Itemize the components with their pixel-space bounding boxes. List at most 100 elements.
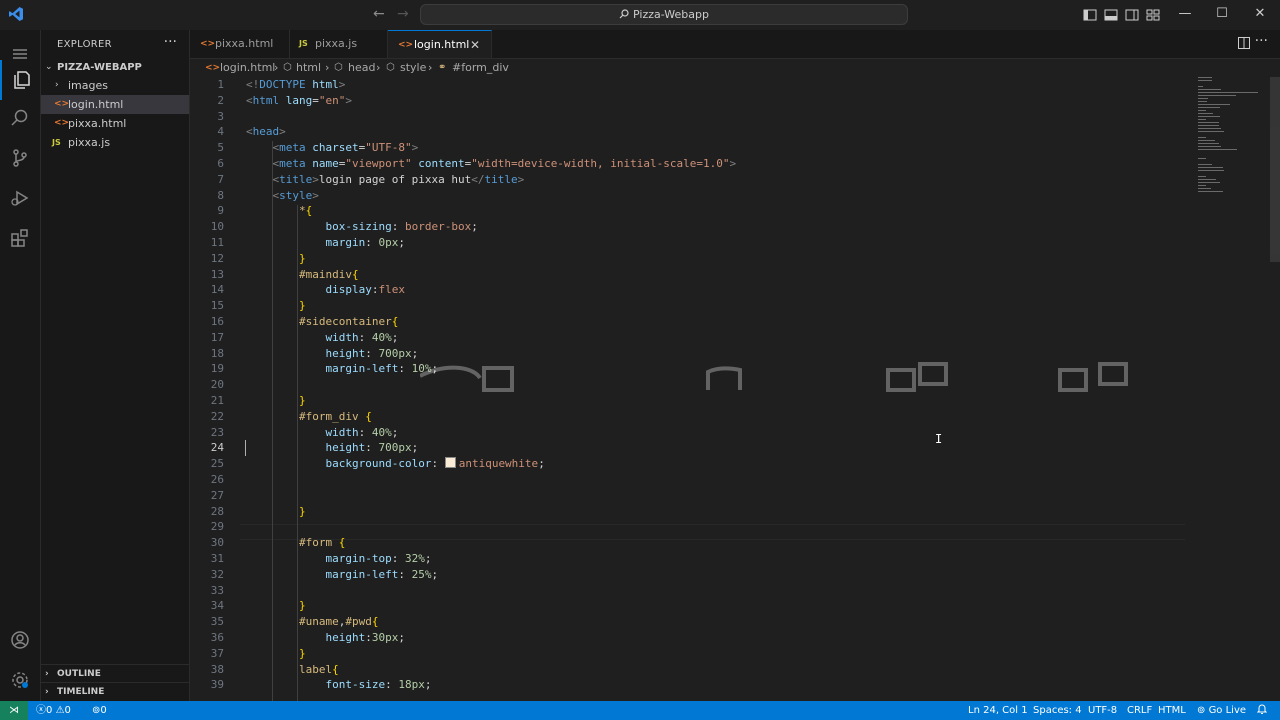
code-editor[interactable]: 1 <!DOCTYPE html> 2 <html lang="en"> 3 4 <head… <box>190 77 1280 701</box>
error-count: 0 <box>46 705 53 716</box>
code-line[interactable]: 34 } <box>190 598 1190 614</box>
customize-layout-icon[interactable] <box>1146 8 1160 22</box>
minimap[interactable] <box>1198 77 1268 207</box>
code-line[interactable]: 39 font-size: 18px; <box>190 677 1190 693</box>
code-token: <! <box>246 78 260 91</box>
line-number: 29 <box>210 520 224 534</box>
code-token: flex <box>378 283 405 297</box>
timeline-section[interactable]: › TIMELINE <box>41 682 189 701</box>
back-arrow-icon[interactable]: ← <box>373 6 385 22</box>
toggle-secondary-sidebar-icon[interactable] <box>1125 8 1139 22</box>
tab-pixxa-js[interactable]: JS pixxa.js <box>290 30 388 58</box>
code-line[interactable]: 17 width: 40%; <box>190 330 1190 346</box>
notifications-bell-icon[interactable] <box>1256 701 1268 720</box>
code-token: : <box>398 362 412 376</box>
ports-indicator[interactable]: ⊚0 <box>92 701 107 720</box>
project-folder[interactable]: ⌄ PIZZA-WEBAPP <box>41 58 189 77</box>
problems-indicator[interactable]: ⓧ0 ⚠0 <box>36 701 71 720</box>
accounts-icon[interactable] <box>0 620 40 660</box>
indentation[interactable]: Spaces: 4 <box>1033 701 1082 720</box>
run-debug-icon[interactable] <box>0 178 40 218</box>
tree-item-login-html[interactable]: <> login.html <box>41 95 189 114</box>
minimize-button[interactable]: — <box>1175 6 1195 21</box>
line-number: 17 <box>210 330 224 344</box>
code-line[interactable]: 32 margin-left: 25%; <box>190 567 1190 583</box>
code-line[interactable]: 10 box-sizing: border-box; <box>190 219 1190 235</box>
forward-arrow-icon[interactable]: → <box>397 6 409 22</box>
code-line[interactable]: 5 <meta charset="UTF-8"> <box>190 140 1190 156</box>
tab-login-html[interactable]: <> login.html ✕ <box>388 30 492 58</box>
breadcrumb-item-html[interactable]: html <box>296 59 321 77</box>
breadcrumb-item-selector[interactable]: #form_div <box>452 59 509 77</box>
close-window-button[interactable]: ✕ <box>1250 6 1270 21</box>
code-line[interactable]: 31 margin-top: 32%; <box>190 551 1190 567</box>
toggle-panel-icon[interactable] <box>1104 8 1118 22</box>
code-line[interactable]: 14 display:flex <box>190 282 1190 298</box>
close-tab-icon[interactable]: ✕ <box>470 31 480 59</box>
code-line[interactable]: 8 <style> <box>190 188 1190 204</box>
code-line[interactable]: 13 #maindiv{ <box>190 267 1190 283</box>
code-line[interactable]: 27 <box>190 488 1190 504</box>
code-token: > <box>411 141 419 155</box>
code-line[interactable]: 4 <head> <box>190 124 1190 140</box>
code-token: margin <box>325 236 366 249</box>
code-line[interactable]: 37 } <box>190 646 1190 662</box>
vertical-scrollbar[interactable] <box>1270 77 1280 701</box>
extensions-icon[interactable] <box>0 218 40 258</box>
code-line[interactable]: 23 width: 40%; <box>190 425 1190 441</box>
code-line[interactable]: 3 <box>190 109 1190 125</box>
source-control-icon[interactable] <box>0 138 40 178</box>
tree-item-pixxa-js[interactable]: JS pixxa.js <box>41 133 189 152</box>
cursor-position[interactable]: Ln 24, Col 1 <box>968 701 1028 720</box>
code-text: label{ <box>246 662 339 678</box>
editor-more-actions-icon[interactable]: ··· <box>1255 33 1268 49</box>
minimap-line <box>1198 182 1220 183</box>
tree-item-images[interactable]: › images <box>41 76 189 95</box>
tab-pixxa-html[interactable]: <> pixxa.html <box>190 30 290 58</box>
outline-section[interactable]: › OUTLINE <box>41 664 189 683</box>
code-line[interactable]: 25 background-color: antiquewhite; <box>190 456 1190 472</box>
code-line[interactable]: 22 #form_div { <box>190 409 1190 425</box>
code-line[interactable]: 12 } <box>190 251 1190 267</box>
code-line[interactable]: 26 <box>190 472 1190 488</box>
code-token: ; <box>431 567 439 581</box>
color-swatch[interactable] <box>444 457 456 469</box>
code-line[interactable]: 33 <box>190 583 1190 599</box>
code-line[interactable]: 1 <!DOCTYPE html> <box>190 77 1190 93</box>
breadcrumb-item-head[interactable]: head <box>348 59 375 77</box>
code-line[interactable]: 21 } <box>190 393 1190 409</box>
command-center-search[interactable]: Pizza-Webapp <box>420 4 908 25</box>
manage-gear-icon[interactable] <box>0 660 40 700</box>
code-line[interactable]: 29 <box>190 519 1190 535</box>
remote-indicator-icon[interactable]: ⋊ <box>0 701 28 720</box>
language-mode[interactable]: HTML <box>1158 701 1186 720</box>
code-line[interactable]: 24 height: 700px; <box>190 440 1190 457</box>
more-actions-icon[interactable]: ··· <box>164 34 177 50</box>
code-line[interactable]: 15 } <box>190 298 1190 314</box>
line-ending[interactable]: CRLF <box>1127 701 1152 720</box>
code-line[interactable]: 2 <html lang="en"> <box>190 93 1190 109</box>
code-line[interactable]: 35 #uname,#pwd{ <box>190 614 1190 630</box>
scrollbar-thumb[interactable] <box>1270 77 1280 262</box>
encoding[interactable]: UTF-8 <box>1088 701 1117 720</box>
explorer-icon[interactable] <box>0 60 40 100</box>
code-line[interactable]: 9 *{ <box>190 203 1190 219</box>
code-line[interactable]: 36 height:30px; <box>190 630 1190 646</box>
split-editor-icon[interactable] <box>1238 37 1250 52</box>
line-number: 26 <box>210 473 224 486</box>
code-line[interactable]: 6 <meta name="viewport" content="width=d… <box>190 156 1190 172</box>
maximize-button[interactable]: ☐ <box>1212 6 1232 21</box>
toggle-primary-sidebar-icon[interactable] <box>1083 8 1097 22</box>
code-line[interactable]: 16 #sidecontainer{ <box>190 314 1190 330</box>
breadcrumb-item-file[interactable]: login.html <box>220 59 275 77</box>
code-line[interactable]: 7 <title>login page of pixxa hut</title> <box>190 172 1190 188</box>
code-line[interactable]: 28 } <box>190 504 1190 520</box>
breadcrumb-item-style[interactable]: style <box>400 59 426 77</box>
tree-item-pixxa-html[interactable]: <> pixxa.html <box>41 114 189 133</box>
code-line[interactable]: 11 margin: 0px; <box>190 235 1190 251</box>
code-line[interactable]: 38 label{ <box>190 662 1190 678</box>
code-token: = <box>312 93 319 107</box>
go-live-button[interactable]: ⊚ Go Live <box>1197 701 1246 720</box>
code-line[interactable]: 30 #form { <box>190 535 1190 551</box>
search-sidebar-icon[interactable] <box>0 98 40 138</box>
